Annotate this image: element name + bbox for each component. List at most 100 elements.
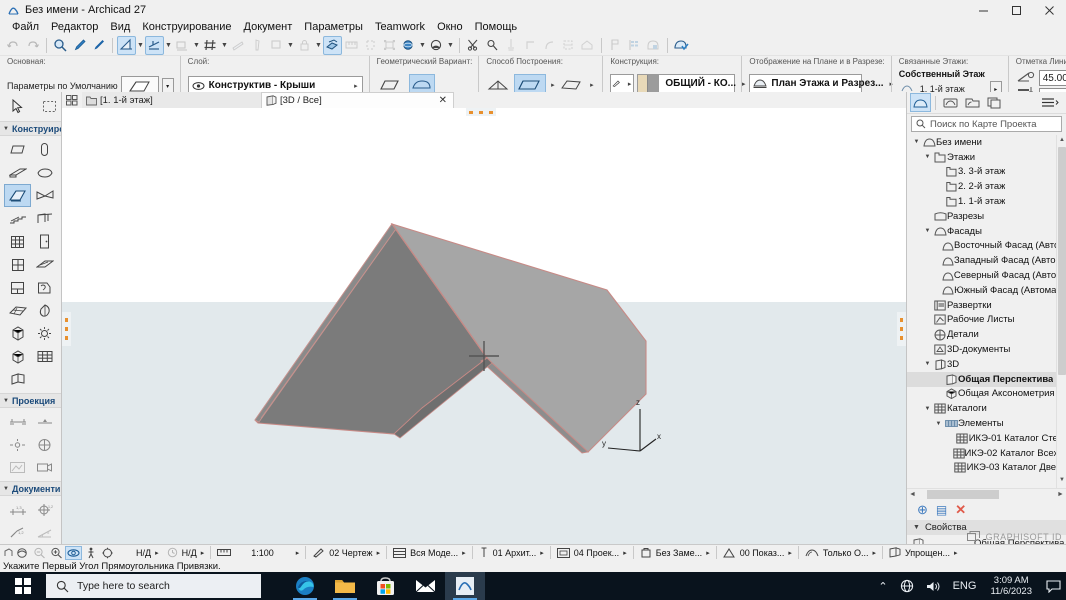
roof-tool[interactable] — [4, 184, 31, 207]
tab-floor-plan[interactable]: [1. 1-й этаж] — [82, 92, 262, 108]
tree-node[interactable]: ▼ Без имени — [907, 135, 1066, 150]
door-tool[interactable] — [31, 230, 58, 253]
orbit-icon[interactable] — [65, 545, 82, 560]
3d-cutaway-icon[interactable] — [323, 35, 342, 55]
renovation-selector[interactable]: Без Заме... ▸ — [636, 545, 714, 560]
menu-view[interactable]: Вид — [104, 20, 136, 35]
menu-edit[interactable]: Редактор — [45, 20, 104, 35]
column-tool[interactable] — [31, 138, 58, 161]
beam-tool[interactable] — [4, 161, 31, 184]
chevron-down-icon[interactable]: ▼ — [446, 36, 455, 55]
sun-shadow-icon[interactable] — [427, 36, 446, 55]
pen-selector[interactable]: ▸ — [610, 74, 635, 93]
marquee-tool[interactable] — [39, 95, 62, 118]
tree-node[interactable]: 3D-документы — [907, 342, 1066, 357]
chevron-right-icon[interactable]: ▸ — [296, 549, 300, 557]
chevron-right-icon[interactable]: ▸ — [872, 549, 876, 557]
show-hidden-icons[interactable]: ⌃ — [872, 572, 893, 600]
transform-icon[interactable] — [380, 36, 399, 55]
zoom-out-icon[interactable] — [31, 546, 48, 560]
chevron-down-icon[interactable]: ▼ — [418, 36, 427, 55]
language-indicator[interactable]: ENG — [947, 572, 983, 600]
file-explorer-icon[interactable] — [325, 572, 365, 600]
mesh-tool[interactable] — [4, 299, 31, 322]
object-tool[interactable] — [4, 322, 31, 345]
list-story-icon[interactable] — [625, 36, 644, 55]
scroll-track[interactable] — [918, 490, 1055, 499]
scroll-thumb[interactable] — [1058, 147, 1066, 375]
partial-structure-selector[interactable]: Только О... ▸ — [801, 545, 880, 560]
tree-node[interactable]: ▼ 3D — [907, 357, 1066, 372]
pen-set-selector[interactable]: 02 Чертеж ▸ — [308, 545, 384, 560]
interior-elevation-tool[interactable] — [4, 433, 31, 456]
tree-node[interactable]: ▼ Фасады — [907, 224, 1066, 239]
camera-tool[interactable] — [31, 456, 58, 479]
chevron-down-icon[interactable]: ▼ — [136, 36, 145, 55]
wall-tool[interactable] — [4, 138, 31, 161]
archicad-taskbar-icon[interactable] — [445, 572, 485, 600]
tree-node[interactable]: Северный Фасад (Автоматиче — [907, 268, 1066, 283]
pan-hand-icon[interactable] — [14, 546, 31, 560]
orbit-globe-icon[interactable] — [399, 36, 418, 55]
navigator-vertical-scrollbar[interactable]: ▲ ▼ — [1056, 135, 1066, 488]
microsoft-store-icon[interactable] — [365, 572, 405, 600]
toolbox-section-design[interactable]: ▼ Конструирование — [0, 121, 61, 136]
menu-file[interactable]: Файл — [6, 20, 45, 35]
radial-dimension-tool[interactable]: 1,2 — [4, 521, 31, 544]
3d-style-selector[interactable]: Упрощен... ▸ — [885, 545, 962, 560]
tree-node[interactable]: Детали — [907, 327, 1066, 342]
tree-node[interactable]: ИКЭ-03 Каталог Дверей — [907, 461, 1066, 476]
menu-help[interactable]: Помощь — [469, 20, 524, 35]
chevron-right-icon[interactable]: ▸ — [462, 549, 466, 557]
worksheet-tool[interactable] — [4, 456, 31, 479]
snap-point-icon[interactable] — [145, 35, 164, 55]
chevron-right-icon[interactable]: ▸ — [623, 549, 627, 557]
shell-obj-tool[interactable] — [4, 345, 31, 368]
tab-3d-view[interactable]: [3D / Все] ✕ — [262, 92, 454, 108]
detail-tool[interactable] — [31, 433, 58, 456]
dimension-tool[interactable]: 1,3 — [4, 498, 31, 521]
tree-node[interactable]: ▼ Этажи — [907, 150, 1066, 165]
settings-view-icon[interactable]: ▤ — [936, 503, 947, 517]
quick-options-icon[interactable] — [2, 546, 14, 560]
maximize-button[interactable] — [1000, 0, 1033, 20]
chevron-down-icon[interactable]: ▼ — [911, 139, 922, 145]
guide-angle-icon[interactable] — [229, 36, 248, 55]
chevron-right-icon[interactable]: ▸ — [954, 549, 958, 557]
tree-node[interactable]: ▼ Элементы — [907, 416, 1066, 431]
box-3d-icon[interactable] — [644, 36, 663, 55]
project-map-tree[interactable]: ▼ Без имени ▼ Этажи 3. 3-й этаж 2. 2-й этаж 1.… — [907, 135, 1066, 488]
layer-combination-selector[interactable]: Вся Моде... ▸ — [389, 545, 470, 560]
grid-icon[interactable] — [201, 36, 220, 55]
minimize-button[interactable] — [967, 0, 1000, 20]
volume-icon[interactable] — [920, 572, 947, 600]
window-tool[interactable] — [4, 253, 31, 276]
toolbox-section-projection[interactable]: ▼ Проекция — [0, 393, 61, 408]
mesh-tool-icon[interactable] — [559, 36, 578, 55]
scissors-trim-icon[interactable] — [464, 36, 483, 55]
zone-tool[interactable] — [31, 276, 58, 299]
undo-icon[interactable] — [4, 36, 23, 55]
guide-line-icon[interactable] — [117, 35, 136, 55]
chevron-right-icon[interactable]: ▸ — [540, 549, 544, 557]
level-dimension-tool[interactable]: 1,2 — [31, 498, 58, 521]
navigator-horizontal-scrollbar[interactable]: ◄ ► — [907, 488, 1066, 500]
mail-icon[interactable] — [405, 572, 445, 600]
scroll-marker-left[interactable] — [62, 312, 71, 346]
angle-dimension-tool[interactable]: α — [31, 521, 58, 544]
chevron-right-icon[interactable]: ▸ — [155, 549, 159, 557]
opening-tool[interactable] — [4, 368, 31, 391]
corner-tool-icon[interactable] — [521, 36, 540, 55]
chevron-down-icon[interactable]: ▼ — [933, 421, 944, 427]
marquee-icon[interactable] — [361, 36, 380, 55]
chevron-right-icon[interactable]: ▸ — [706, 549, 710, 557]
tree-node[interactable]: Развертки — [907, 298, 1066, 313]
syringe-inject-icon[interactable] — [89, 36, 108, 55]
tree-node[interactable]: 3. 3-й этаж — [907, 165, 1066, 180]
material-selector[interactable]: ОБЩИЙ - КО... ▸ — [637, 74, 746, 93]
shell-tool[interactable] — [31, 184, 58, 207]
3d-viewport[interactable]: z x y — [62, 108, 906, 572]
chevron-down-icon[interactable]: ▼ — [164, 36, 173, 55]
magic-wand-icon[interactable] — [483, 36, 502, 55]
menu-options[interactable]: Параметры — [298, 20, 369, 35]
